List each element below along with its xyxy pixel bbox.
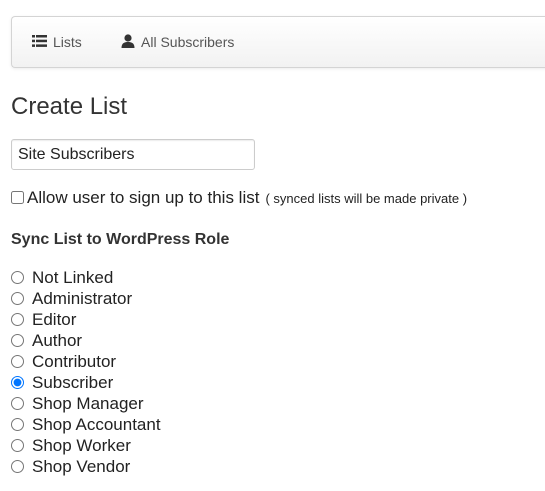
- role-option-shop-worker[interactable]: Shop Worker: [11, 435, 161, 456]
- role-radio-group: Not Linked Administrator Editor Author C…: [11, 267, 161, 477]
- signup-option: Allow user to sign up to this list ( syn…: [11, 188, 467, 208]
- nav-all-subscribers-link[interactable]: All Subscribers: [121, 17, 234, 67]
- role-radio[interactable]: [11, 271, 24, 284]
- allow-signup-checkbox[interactable]: [11, 191, 24, 204]
- role-option-contributor[interactable]: Contributor: [11, 351, 161, 372]
- allow-signup-label[interactable]: Allow user to sign up to this list: [27, 188, 259, 208]
- role-radio[interactable]: [11, 397, 24, 410]
- role-option-shop-vendor[interactable]: Shop Vendor: [11, 456, 161, 477]
- role-radio[interactable]: [11, 418, 24, 431]
- role-label: Editor: [32, 309, 77, 329]
- list-icon: [32, 34, 47, 50]
- role-label: Shop Manager: [32, 393, 144, 413]
- role-label: Shop Accountant: [32, 414, 161, 434]
- list-name-input[interactable]: [11, 139, 255, 170]
- create-list-page: Lists All Subscribers Create List Allow …: [0, 0, 545, 491]
- role-option-author[interactable]: Author: [11, 330, 161, 351]
- role-label: Administrator: [32, 288, 133, 308]
- role-label: Author: [32, 330, 83, 350]
- role-label: Shop Vendor: [32, 456, 131, 476]
- role-option-not-linked[interactable]: Not Linked: [11, 267, 161, 288]
- role-label: Subscriber: [32, 372, 114, 392]
- sync-role-heading: Sync List to WordPress Role: [11, 231, 230, 248]
- nav-lists-label: Lists: [53, 34, 82, 50]
- role-label: Contributor: [32, 351, 117, 371]
- role-radio[interactable]: [11, 292, 24, 305]
- role-option-subscriber[interactable]: Subscriber: [11, 372, 161, 393]
- role-option-editor[interactable]: Editor: [11, 309, 161, 330]
- role-radio[interactable]: [11, 376, 24, 389]
- role-label: Not Linked: [32, 267, 114, 287]
- role-radio[interactable]: [11, 460, 24, 473]
- synced-lists-note: ( synced lists will be made private ): [265, 191, 468, 206]
- nav-lists-link[interactable]: Lists: [32, 17, 82, 67]
- role-option-shop-accountant[interactable]: Shop Accountant: [11, 414, 161, 435]
- role-radio[interactable]: [11, 334, 24, 347]
- role-option-shop-manager[interactable]: Shop Manager: [11, 393, 161, 414]
- user-icon: [121, 33, 135, 51]
- nav-all-subscribers-label: All Subscribers: [141, 34, 235, 50]
- role-label: Shop Worker: [32, 435, 131, 455]
- top-navbar: Lists All Subscribers: [11, 16, 545, 68]
- role-radio[interactable]: [11, 439, 24, 452]
- page-title: Create List: [11, 93, 128, 120]
- role-radio[interactable]: [11, 313, 24, 326]
- role-radio[interactable]: [11, 355, 24, 368]
- role-option-administrator[interactable]: Administrator: [11, 288, 161, 309]
